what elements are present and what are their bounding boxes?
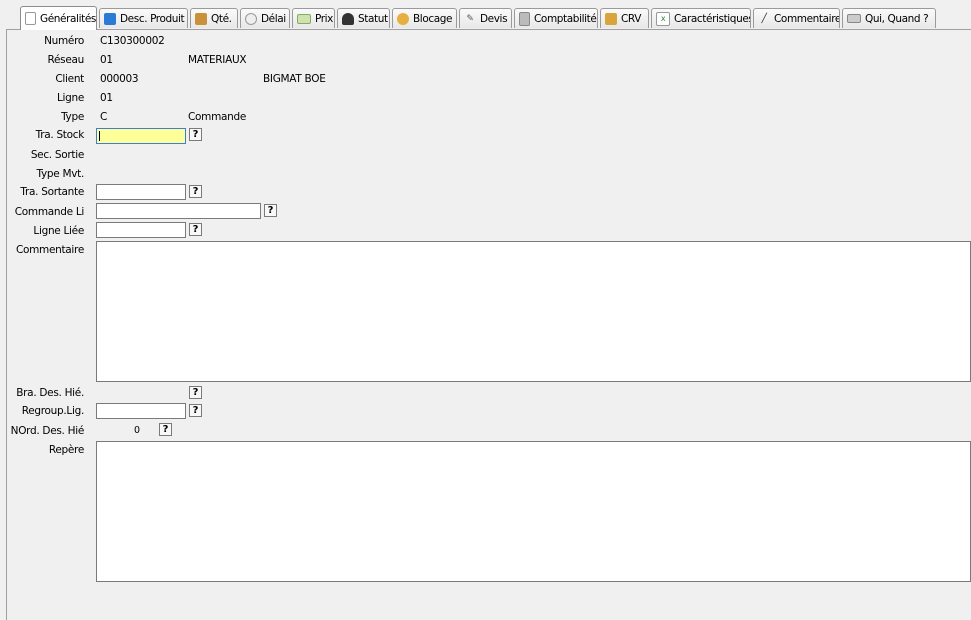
numero-label: Numéro	[44, 35, 84, 47]
tab-qui-quand[interactable]: Qui, Quand ?	[842, 8, 936, 28]
tab-prix[interactable]: Prix	[292, 8, 335, 28]
tra-stock-input[interactable]	[96, 128, 186, 144]
pencil-ruler-icon: ✎	[466, 13, 474, 24]
type-value: C	[100, 111, 108, 123]
repere-label: Repère	[48, 444, 84, 456]
commentaire-textarea[interactable]	[96, 241, 971, 382]
commentaire-label: Commentaire	[15, 244, 84, 256]
clipboard-icon	[605, 12, 617, 25]
type-label: Type	[61, 111, 84, 123]
tra-sortante-input[interactable]	[96, 184, 186, 200]
ligne-liee-label: Ligne Liée	[33, 225, 84, 237]
tab-statut[interactable]: Statut	[337, 8, 390, 28]
tab-desc-produit[interactable]: Desc. Produit	[99, 8, 188, 28]
regroup-lig-label: Regroup.Lig.	[21, 405, 85, 417]
tab-label: Prix	[315, 12, 333, 25]
reseau-description: MATERIAUX	[188, 54, 247, 66]
person-icon	[342, 12, 354, 25]
tab-label: CRV	[621, 12, 642, 25]
books-icon	[104, 12, 116, 25]
calculator-icon	[519, 11, 530, 26]
box-icon	[195, 12, 207, 25]
tab-label: Comptabilité	[534, 12, 597, 25]
bra-des-hie-help-button[interactable]: ?	[189, 386, 202, 399]
client-name: BIGMAT BOE	[263, 73, 326, 85]
regroup-lig-help-button[interactable]: ?	[189, 404, 202, 417]
client-label: Client	[55, 73, 84, 85]
reseau-label: Réseau	[47, 54, 84, 66]
tab-bar: Généralités Desc. Produit Qté. Délai Pri…	[0, 0, 971, 30]
ligne-liee-input[interactable]	[96, 222, 186, 238]
tra-stock-label: Tra. Stock	[35, 129, 85, 141]
stop-icon	[397, 12, 409, 25]
tab-label: Devis	[480, 12, 508, 25]
tab-qte[interactable]: Qté.	[190, 8, 238, 28]
tra-sortante-label: Tra. Sortante	[20, 186, 84, 198]
clock-icon	[245, 12, 257, 25]
tab-label: Qui, Quand ?	[865, 12, 929, 25]
tab-label: Délai	[261, 12, 286, 25]
nord-des-hie-label: NOrd. Des. Hié	[10, 425, 85, 437]
sheet-icon: x	[656, 11, 670, 26]
tab-comptabilite[interactable]: Comptabilité	[514, 8, 598, 28]
money-icon	[297, 13, 311, 24]
commande-li-help-button[interactable]: ?	[264, 204, 277, 217]
tra-stock-help-button[interactable]: ?	[189, 128, 202, 141]
tab-label: Qté.	[211, 12, 232, 25]
ligne-label: Ligne	[56, 92, 84, 104]
tab-blocage[interactable]: Blocage	[392, 8, 457, 28]
commande-li-input[interactable]	[96, 203, 261, 219]
document-icon	[25, 12, 36, 25]
tab-generalites[interactable]: Généralités	[20, 6, 97, 30]
tab-label: Généralités	[40, 12, 96, 25]
tab-label: Caractéristiques	[674, 12, 751, 25]
tab-commentaire[interactable]: ╱ Commentaire	[753, 8, 840, 28]
bra-des-hie-label: Bra. Des. Hié.	[16, 387, 84, 399]
numero-value: C130300002	[100, 35, 165, 47]
tab-label: Blocage	[413, 12, 453, 25]
type-mvt-label: Type Mvt.	[36, 168, 85, 180]
tab-devis[interactable]: ✎ Devis	[459, 8, 512, 28]
sec-sortie-label: Sec. Sortie	[30, 149, 84, 161]
text-caret	[99, 131, 100, 141]
keyboard-icon	[847, 14, 861, 23]
nord-des-hie-help-button[interactable]: ?	[159, 423, 172, 436]
type-description: Commande	[188, 111, 247, 123]
tab-caracteristiques[interactable]: x Caractéristiques	[651, 8, 751, 28]
ligne-value: 01	[100, 92, 113, 104]
commande-li-label: Commande Li	[14, 206, 85, 218]
tab-label: Desc. Produit	[120, 12, 185, 25]
tra-sortante-help-button[interactable]: ?	[189, 185, 202, 198]
pen-icon: ╱	[761, 13, 767, 24]
regroup-lig-input[interactable]	[96, 403, 186, 419]
tab-label: Commentaire	[774, 12, 840, 25]
tab-crv[interactable]: CRV	[600, 8, 649, 28]
nord-des-hie-value: 0	[134, 425, 140, 436]
ligne-liee-help-button[interactable]: ?	[189, 223, 202, 236]
client-value: 000003	[100, 73, 139, 85]
repere-textarea[interactable]	[96, 441, 971, 582]
tab-delai[interactable]: Délai	[240, 8, 290, 28]
tab-label: Statut	[358, 12, 388, 25]
reseau-value: 01	[100, 54, 113, 66]
